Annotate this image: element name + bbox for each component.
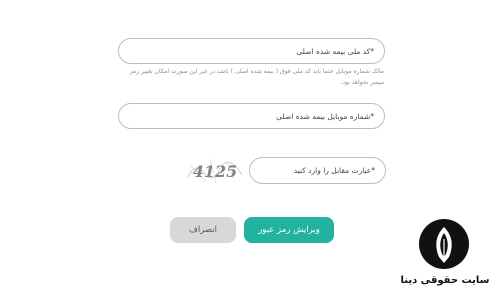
national-code-placeholder: *کد ملی بیمه شده اصلی (296, 46, 374, 56)
site-watermark: سایت حقوقی دینا (392, 205, 498, 300)
pen-nib-logo-icon (419, 219, 469, 269)
change-password-button[interactable]: ویرایش رمز عبور (244, 217, 334, 243)
captcha-image: 4125 (186, 155, 244, 185)
captcha-input[interactable]: *عبارت مقابل را وارد کنید (249, 157, 386, 184)
captcha-text: 4125 (193, 162, 238, 181)
site-name: سایت حقوقی دینا (400, 275, 490, 286)
change-password-label: ویرایش رمز عبور (258, 225, 320, 235)
captcha-graphic: 4125 (187, 158, 243, 184)
captcha-placeholder: *عبارت مقابل را وارد کنید (293, 166, 375, 175)
cancel-button[interactable]: انصراف (170, 217, 236, 243)
national-code-hint: مالک شماره موبایل حتما باید کد ملی فوق (… (129, 68, 384, 86)
mobile-number-placeholder: *شماره موبایل بیمه شده اصلی (276, 111, 374, 121)
national-code-input[interactable]: *کد ملی بیمه شده اصلی (118, 38, 385, 64)
mobile-number-input[interactable]: *شماره موبایل بیمه شده اصلی (118, 103, 385, 129)
cancel-label: انصراف (189, 225, 217, 235)
